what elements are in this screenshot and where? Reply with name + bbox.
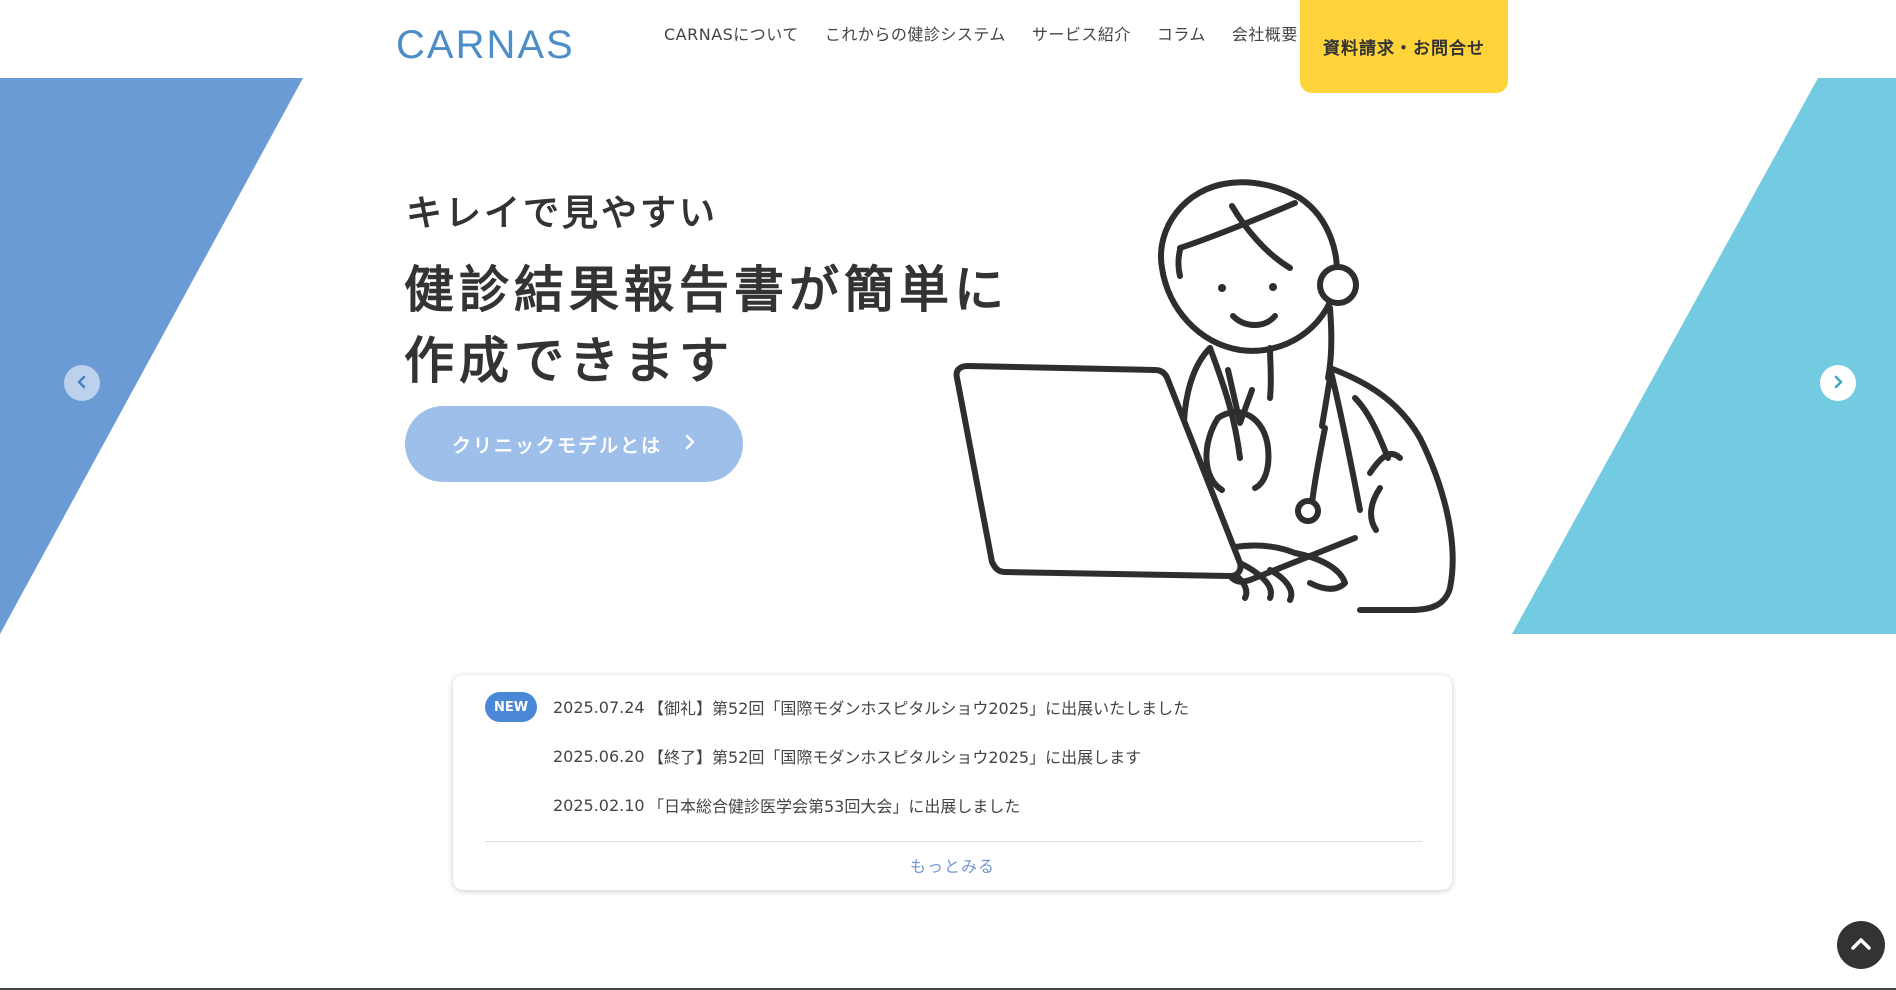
doctor-with-laptop-illustration — [953, 179, 1456, 613]
back-to-top-button[interactable] — [1837, 921, 1885, 969]
news-item[interactable]: 2025.02.10 「日本総合健診医学会第53回大会」に出展しました — [453, 790, 1452, 820]
nav-company[interactable]: 会社概要 — [1232, 21, 1298, 45]
news-divider — [485, 841, 1422, 842]
svg-text:CARNAS: CARNAS — [396, 23, 575, 66]
chevron-right-icon — [1832, 374, 1844, 393]
hero-subtitle: キレイで見やすい — [406, 193, 719, 234]
contact-button[interactable]: 資料請求・お問合せ — [1300, 0, 1508, 93]
nav-column[interactable]: コラム — [1157, 21, 1206, 45]
hero-slider: キレイで見やすい 健診結果報告書が簡単に 作成できます クリニックモデルとは — [0, 78, 1896, 634]
chevron-right-icon — [684, 432, 696, 456]
news-item[interactable]: NEW 2025.07.24 【御礼】第52回「国際モダンホスピタルショウ202… — [453, 692, 1452, 722]
carnas-logo[interactable]: CARNAS — [396, 14, 606, 67]
chevron-up-icon — [1850, 936, 1872, 955]
main-nav: CARNASについて これからの健診システム サービス紹介 コラム 会社概要 — [664, 0, 1324, 66]
left-blue-shape — [0, 78, 303, 634]
hero-title-line1: 健診結果報告書が簡単に — [404, 261, 1009, 319]
news-title: 【終了】第52回「国際モダンホスピタルショウ2025」に出展します — [648, 748, 1142, 767]
news-title: 【御礼】第52回「国際モダンホスピタルショウ2025」に出展いたしました — [648, 699, 1190, 718]
news-item[interactable]: 2025.06.20 【終了】第52回「国際モダンホスピタルショウ2025」に出… — [453, 741, 1452, 771]
news-date: 2025.07.24 — [553, 697, 645, 717]
right-cyan-shape — [1512, 78, 1896, 634]
site-header: CARNAS CARNASについて これからの健診システム サービス紹介 コラム… — [0, 0, 1896, 93]
news-title: 「日本総合健診医学会第53回大会」に出展しました — [648, 797, 1021, 816]
new-badge: NEW — [485, 692, 537, 722]
nav-system[interactable]: これからの健診システム — [825, 21, 1006, 45]
slider-prev-button[interactable] — [64, 365, 100, 401]
news-panel: NEW 2025.07.24 【御礼】第52回「国際モダンホスピタルショウ202… — [453, 675, 1452, 890]
slider-next-button[interactable] — [1820, 365, 1856, 401]
nav-about[interactable]: CARNASについて — [664, 21, 799, 45]
clinic-model-button[interactable]: クリニックモデルとは — [405, 406, 743, 482]
chevron-left-icon — [76, 374, 88, 393]
news-date: 2025.02.10 — [553, 795, 645, 815]
hero-title-line2: 作成できます — [404, 332, 734, 390]
clinic-model-button-label: クリニックモデルとは — [451, 434, 662, 457]
news-more-link[interactable]: もっとみる — [453, 853, 1452, 877]
news-date: 2025.06.20 — [553, 746, 645, 766]
nav-services[interactable]: サービス紹介 — [1032, 21, 1131, 45]
